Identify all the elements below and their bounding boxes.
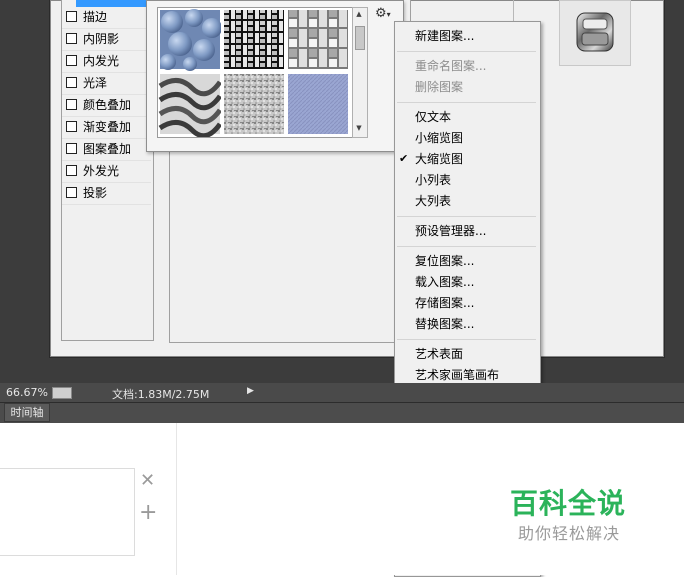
menu-item[interactable]: 大缩览图: [415, 149, 463, 169]
gear-icon: ⚙: [375, 6, 387, 21]
pattern-scrollbar[interactable]: ▲ ▼: [352, 7, 368, 138]
style-label: 描边: [83, 10, 108, 24]
style-checkbox[interactable]: [66, 187, 77, 198]
style-checkbox[interactable]: [66, 165, 77, 176]
menu-item[interactable]: 存储图案...: [415, 293, 474, 313]
add-icon[interactable]: +: [139, 500, 157, 525]
document-size: 文档:1.83M/2.75M: [112, 388, 210, 401]
pattern-swatch-granite[interactable]: [224, 74, 284, 134]
check-icon: ✔: [399, 152, 409, 165]
menu-item[interactable]: 艺术家画笔画布: [415, 365, 499, 385]
menu-item[interactable]: 小列表: [415, 170, 451, 190]
style-checkbox[interactable]: [66, 11, 77, 22]
pattern-swatches: [158, 8, 354, 137]
menu-item: 删除图案: [415, 80, 464, 94]
pattern-menu-button[interactable]: ⚙▾: [375, 6, 397, 22]
pattern-swatch-basket[interactable]: [288, 10, 348, 69]
menu-item: 重命名图案...: [415, 59, 487, 73]
style-label: 外发光: [83, 164, 120, 178]
menu-item[interactable]: 新建图案...: [415, 26, 474, 46]
menu-item[interactable]: 复位图案...: [415, 251, 474, 271]
menu-item[interactable]: 大列表: [415, 191, 451, 211]
status-menu-arrow-icon[interactable]: ▶: [247, 386, 254, 396]
menu-item[interactable]: 载入图案...: [415, 272, 474, 292]
style-item[interactable]: 内阴影: [66, 29, 119, 49]
style-item[interactable]: 外发光: [66, 161, 119, 181]
style-label: 图案叠加: [83, 142, 132, 156]
chevron-down-icon: ▾: [386, 10, 391, 19]
menu-separator: [397, 339, 536, 340]
watermark-title: 百科全说: [510, 487, 627, 520]
zoom-level[interactable]: 66.67%: [6, 386, 48, 399]
watermark-subtitle: 助你轻松解决: [518, 524, 621, 543]
preview-thumbnail: [576, 12, 614, 52]
style-checkbox[interactable]: [66, 77, 77, 88]
style-preview: [559, 0, 631, 66]
style-label: 投影: [83, 186, 108, 200]
style-item[interactable]: 颜色叠加: [66, 95, 131, 115]
status-info-icon[interactable]: [52, 387, 72, 399]
timeline-panel-header: [0, 402, 684, 423]
menu-separator: [397, 216, 536, 217]
menu-item[interactable]: 小缩览图: [415, 128, 463, 148]
style-checkbox[interactable]: [66, 33, 77, 44]
pattern-swatch-weave[interactable]: [224, 10, 284, 69]
timeline-frame[interactable]: [0, 468, 135, 556]
selected-style-highlight[interactable]: [76, 0, 146, 7]
style-row-divider: [62, 204, 151, 205]
style-label: 光泽: [83, 76, 108, 90]
style-label: 颜色叠加: [83, 98, 132, 112]
scroll-thumb[interactable]: [355, 26, 365, 50]
style-item[interactable]: 光泽: [66, 73, 107, 93]
pattern-swatch-bubbles[interactable]: [160, 9, 222, 71]
tab-timeline[interactable]: 时间轴: [4, 403, 50, 422]
style-checkbox[interactable]: [66, 55, 77, 66]
menu-separator: [397, 246, 536, 247]
style-checkbox[interactable]: [66, 99, 77, 110]
style-label: 渐变叠加: [83, 120, 132, 134]
menu-item[interactable]: 艺术表面: [415, 344, 463, 364]
style-label: 内发光: [83, 54, 120, 68]
pattern-swatch-zebra[interactable]: [158, 74, 223, 137]
style-item[interactable]: 图案叠加: [66, 139, 131, 159]
pattern-swatch-grid: [157, 7, 355, 138]
style-checkbox[interactable]: [66, 121, 77, 132]
menu-item[interactable]: 预设管理器...: [415, 221, 486, 241]
scroll-up-icon[interactable]: ▲: [355, 10, 363, 18]
style-item[interactable]: 内发光: [66, 51, 119, 71]
style-item[interactable]: 描边: [66, 7, 107, 27]
menu-item[interactable]: 替换图案...: [415, 314, 474, 334]
menu-separator: [397, 51, 536, 52]
menu-item[interactable]: 仅文本: [415, 107, 451, 127]
style-item[interactable]: 渐变叠加: [66, 117, 131, 137]
menu-separator: [397, 102, 536, 103]
style-label: 内阴影: [83, 32, 120, 46]
close-icon[interactable]: ✕: [140, 470, 155, 491]
pattern-swatch-denim[interactable]: [288, 74, 348, 134]
style-item[interactable]: 投影: [66, 183, 107, 203]
scroll-down-icon[interactable]: ▼: [355, 124, 363, 132]
timeline-divider: [176, 423, 177, 575]
status-bar: 66.67% 文档:1.83M/2.75M ▶: [0, 383, 684, 402]
style-checkbox[interactable]: [66, 143, 77, 154]
